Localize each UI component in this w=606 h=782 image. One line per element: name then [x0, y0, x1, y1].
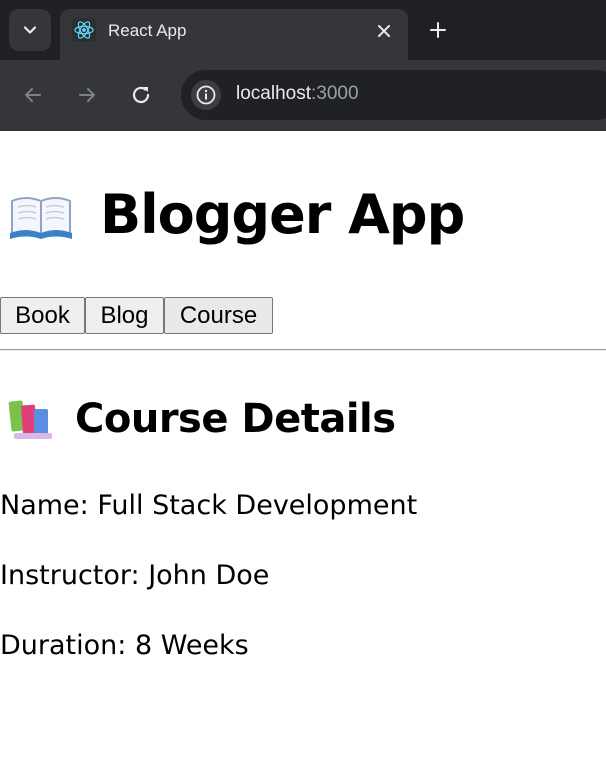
blog-button[interactable]: Blog — [85, 297, 164, 334]
reload-button[interactable] — [127, 81, 155, 109]
forward-button[interactable] — [73, 81, 101, 109]
course-header: Course Details — [8, 396, 396, 442]
course-button[interactable]: Course — [164, 297, 273, 334]
section-title: Course Details — [75, 396, 396, 442]
arrow-right-icon — [79, 88, 95, 102]
page-content: Blogger App Book Blog Course Course Deta… — [0, 131, 606, 782]
browser-chrome: React App localhost:3000 — [0, 0, 606, 131]
tab-search-button[interactable] — [9, 9, 51, 51]
site-info-button[interactable] — [191, 80, 221, 110]
back-button[interactable] — [19, 81, 47, 109]
tab-title: React App — [108, 21, 187, 40]
react-logo-icon — [72, 18, 96, 42]
course-instructor: Instructor: John Doe — [0, 560, 270, 591]
close-tab-button[interactable] — [374, 21, 394, 41]
chevron-down-icon — [23, 26, 37, 34]
tab-active[interactable]: React App — [60, 9, 408, 60]
book-button[interactable]: Book — [0, 297, 85, 334]
course-duration: Duration: 8 Weeks — [0, 630, 249, 661]
horizontal-divider — [0, 349, 606, 351]
close-icon — [378, 25, 390, 37]
url-port: :3000 — [311, 83, 359, 104]
reload-icon — [132, 86, 150, 104]
open-book-icon — [10, 196, 72, 239]
url-text[interactable]: localhost:3000 — [236, 83, 359, 105]
address-bar[interactable]: localhost:3000 — [181, 70, 606, 120]
app-nav: Book Blog Course — [0, 297, 273, 334]
app-title: Blogger App — [100, 183, 465, 246]
new-tab-button[interactable] — [424, 16, 452, 44]
course-name: Name: Full Stack Development — [0, 490, 418, 521]
url-host: localhost — [236, 83, 311, 104]
plus-icon — [430, 22, 446, 38]
books-icon — [8, 400, 52, 439]
info-icon — [196, 85, 216, 105]
tab-strip: React App — [0, 0, 606, 60]
app-header: Blogger App — [8, 183, 465, 246]
arrow-left-icon — [25, 88, 41, 102]
browser-toolbar: localhost:3000 — [0, 60, 606, 131]
